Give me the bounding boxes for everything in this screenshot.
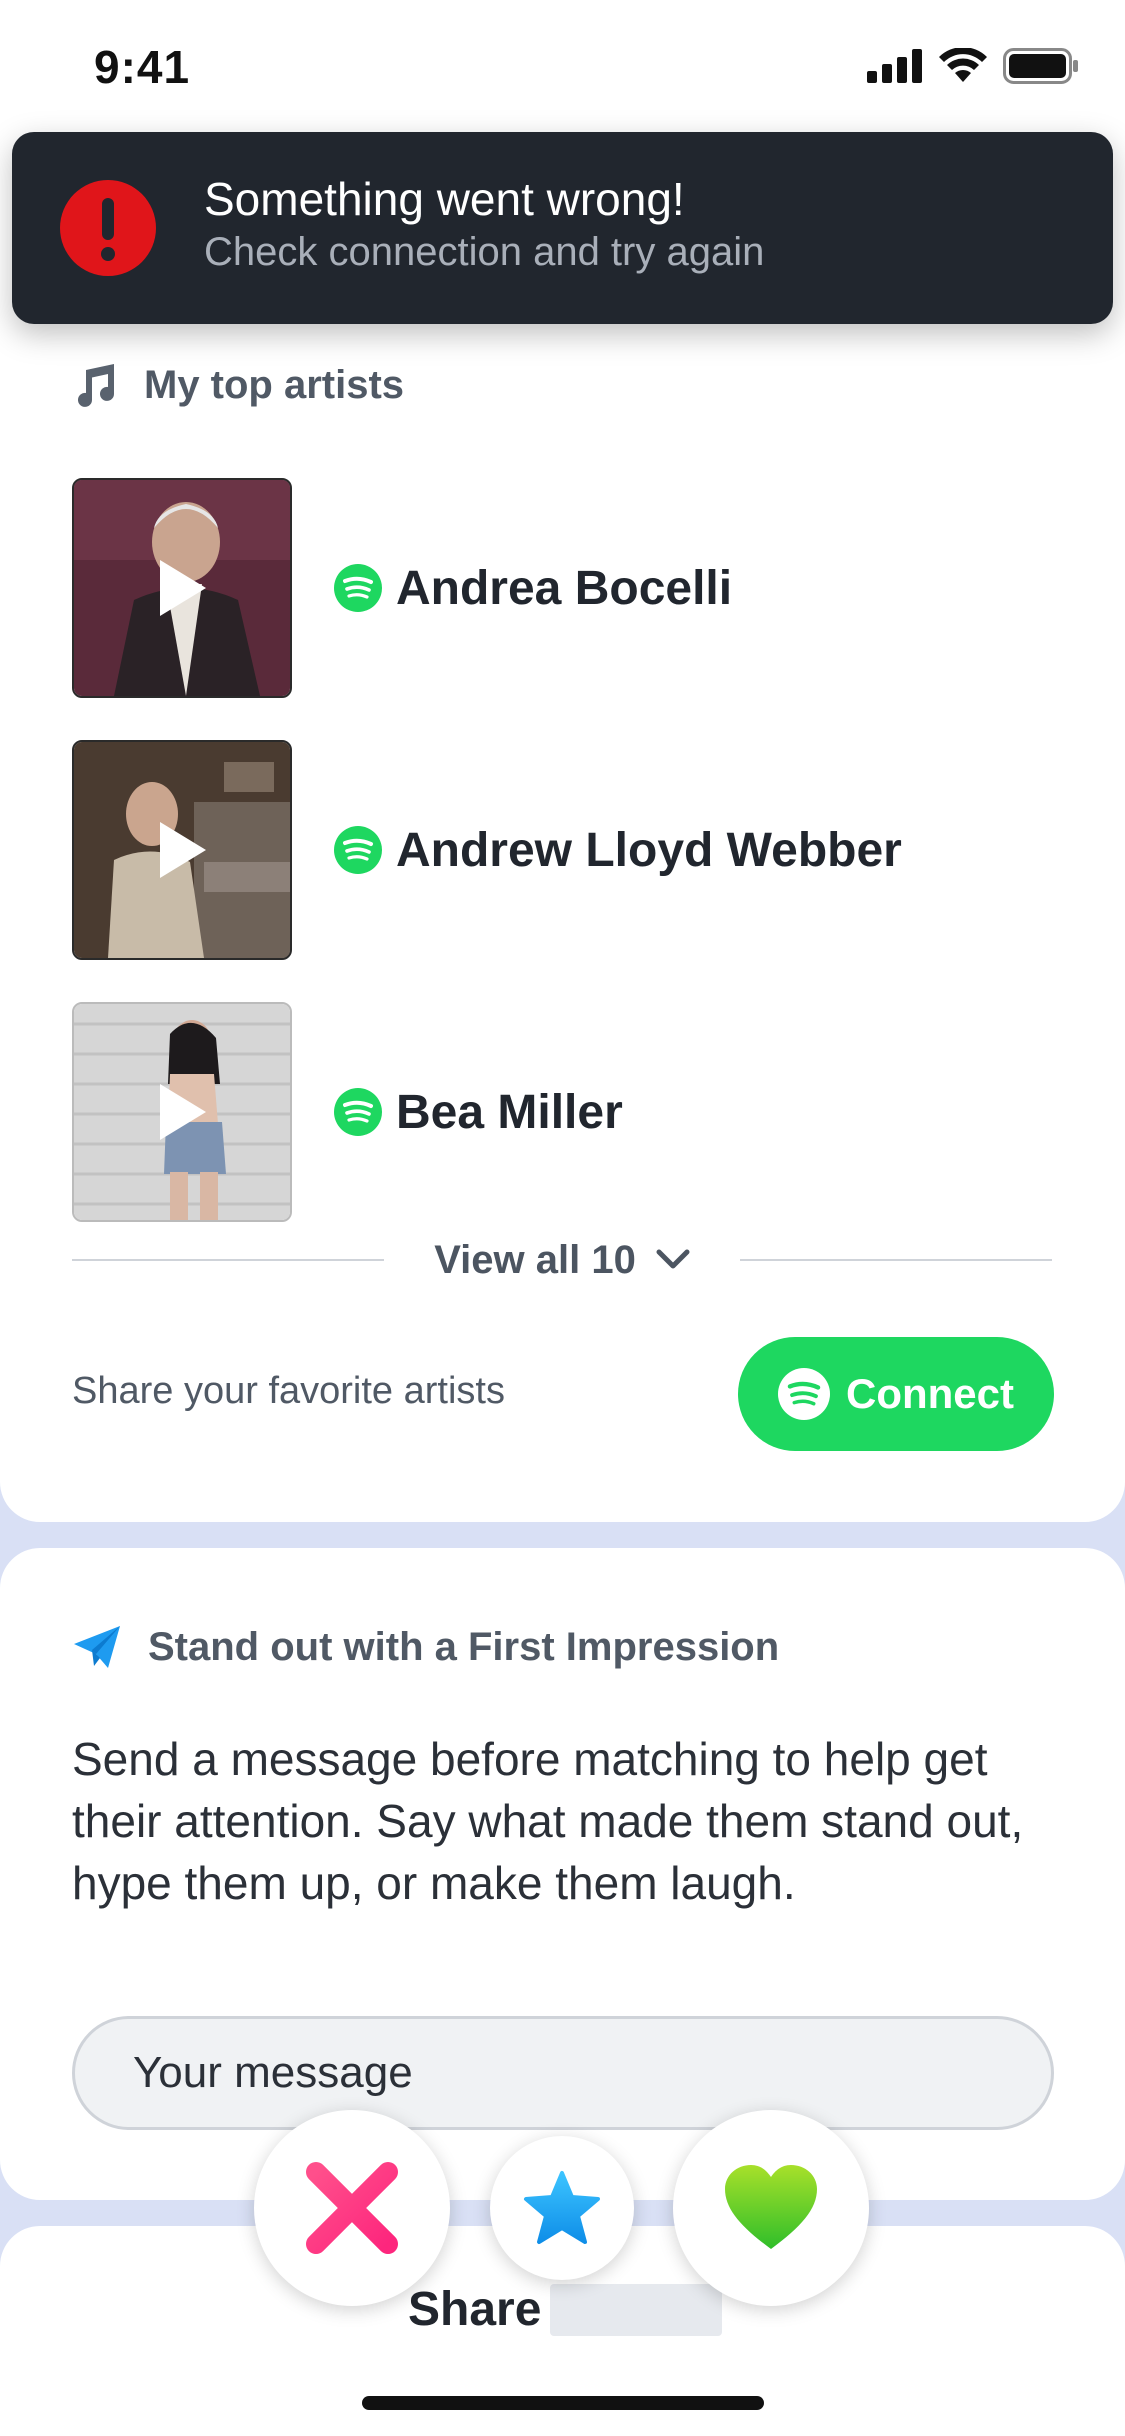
divider [739,1259,1052,1261]
top-artists-title: My top artists [144,362,405,407]
divider [72,1259,385,1261]
like-button[interactable] [673,2110,869,2306]
top-artists-header: My top artists [72,362,404,408]
heart-icon [725,2165,817,2249]
connect-label: Connect [846,1370,1014,1417]
artist-thumbnail[interactable] [72,1002,292,1222]
spotify-icon [334,564,382,612]
wifi-icon [939,48,987,82]
spotify-icon [334,826,382,874]
toast-title: Something went wrong! [204,173,685,225]
star-icon [524,2171,600,2244]
artist-name: Andrew Lloyd Webber [396,823,902,877]
view-all-button[interactable]: View all 10 [384,1238,740,1283]
home-indicator[interactable] [362,2396,764,2410]
share-artists-text: Share your favorite artists [72,1370,505,1412]
view-all-row: View all 10 [72,1230,1052,1290]
artist-thumbnail[interactable] [72,478,292,698]
spotify-icon [334,1088,382,1136]
error-toast[interactable]: Something went wrong! Check connection a… [12,132,1113,324]
battery-icon [1003,48,1078,84]
status-icons [867,48,1079,84]
chevron-down-icon [656,1249,690,1269]
message-input[interactable] [72,2016,1054,2130]
play-icon[interactable] [156,1082,208,1142]
super-like-button[interactable] [490,2136,634,2280]
toast-subtitle: Check connection and try again [204,230,765,274]
share-label: Share [408,2283,542,2336]
artist-thumbnail[interactable] [72,740,292,960]
top-artists-card: My top artists Andrea Bocelli Andrew Llo… [0,130,1125,1522]
play-icon[interactable] [156,820,208,880]
artist-name: Andrea Bocelli [396,561,733,615]
share-name-placeholder [550,2284,722,2336]
first-impression-title: Stand out with a First Impression [148,1624,780,1669]
status-bar: 9:41 [0,0,1125,130]
paper-plane-icon [74,1626,120,1668]
artist-row[interactable]: Bea Miller [72,1002,1052,1222]
play-icon[interactable] [156,558,208,618]
artist-row[interactable]: Andrea Bocelli [72,478,1052,698]
spotify-icon [778,1368,830,1420]
first-impression-card: Stand out with a First Impression Send a… [0,1548,1125,2200]
cellular-signal-icon [867,49,922,83]
artist-row[interactable]: Andrew Lloyd Webber [72,740,1052,960]
view-all-label: View all 10 [434,1237,636,1282]
first-impression-header: Stand out with a First Impression [72,1624,779,1670]
music-note-icon [78,364,114,407]
spotify-connect-button[interactable]: Connect [738,1337,1054,1451]
first-impression-body: Send a message before matching to help g… [72,1733,1024,1909]
x-icon [306,2162,398,2254]
status-time: 9:41 [94,41,191,93]
alert-icon [60,180,156,276]
artist-name: Bea Miller [396,1085,623,1139]
nope-button[interactable] [254,2110,450,2306]
